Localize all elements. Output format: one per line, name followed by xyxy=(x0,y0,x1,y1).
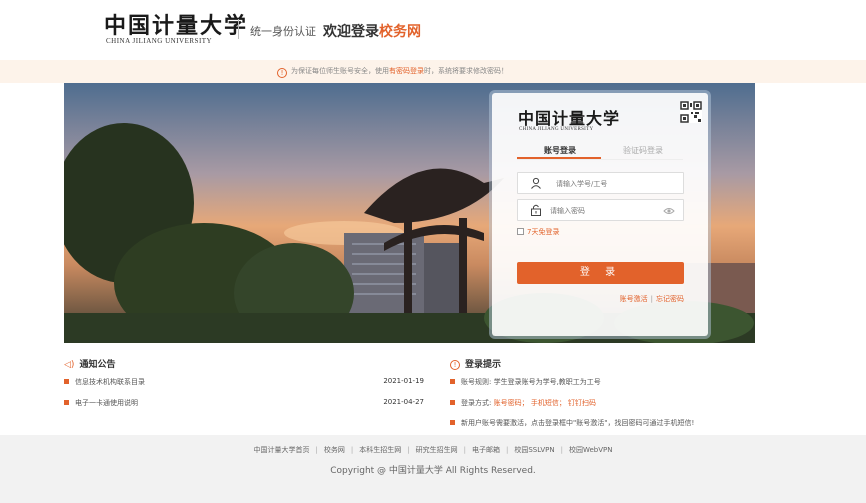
password-input[interactable]: 请输入密码 xyxy=(517,199,684,221)
tab-divider xyxy=(517,159,683,160)
login-tip-item: 新用户账号需要激活，点击登录框中"账号激活"，找回密码可通过手机短信! xyxy=(450,418,694,428)
welcome-prefix: 欢迎登录 xyxy=(323,24,379,40)
login-button[interactable]: 登 录 xyxy=(517,262,684,284)
username-input[interactable]: 请输入学号/工号 xyxy=(517,172,684,194)
username-placeholder: 请输入学号/工号 xyxy=(556,180,608,188)
notice-highlight: 有密码登录 xyxy=(389,67,424,75)
tab-code-login[interactable]: 验证码登录 xyxy=(623,145,663,156)
announcement-text[interactable]: 信息技术机构联系目录 xyxy=(75,378,145,386)
footer-link-webvpn[interactable]: 校园WebVPN xyxy=(569,446,613,454)
footer-link-home[interactable]: 中国计量大学首页 xyxy=(254,446,310,454)
warning-icon: ! xyxy=(277,68,287,78)
announcement-item[interactable]: 信息技术机构联系目录 2021-01-19 xyxy=(64,377,424,387)
announcement-date: 2021-04-27 xyxy=(383,398,424,406)
speaker-icon: ◁) xyxy=(64,360,75,370)
login-tip-item: 账号规则: 学生登录账号为学号,教职工为工号 xyxy=(450,377,601,387)
info-icon: ! xyxy=(450,360,460,370)
footer-separator: | xyxy=(463,446,466,454)
welcome-accent: 校务网 xyxy=(379,24,421,40)
tab-account-login[interactable]: 账号登录 xyxy=(544,145,576,156)
user-icon xyxy=(531,177,541,189)
footer-separator: | xyxy=(315,446,318,454)
footer-link-sslvpn[interactable]: 校园SSLVPN xyxy=(514,446,554,454)
lock-icon xyxy=(531,204,541,216)
tip-text: 账号规则: 学生登录账号为学号,教职工为工号 xyxy=(461,378,601,386)
tip-text: 新用户账号需要激活，点击登录框中"账号激活"，找回密码可通过手机短信! xyxy=(461,419,695,427)
remember-label: 7天免登录 xyxy=(527,228,560,236)
header-subtitle: 统一身份认证 xyxy=(250,25,316,38)
announcement-text[interactable]: 电子一卡通使用说明 xyxy=(75,399,138,407)
footer-separator: | xyxy=(560,446,563,454)
announcements-title: 通知公告 xyxy=(79,360,116,370)
account-links: 账号激活 | 忘记密码 xyxy=(620,294,684,304)
bullet-icon xyxy=(64,379,69,384)
link-separator: | xyxy=(650,295,653,303)
footer-link-graduate[interactable]: 研究生招生网 xyxy=(416,446,458,454)
activate-account-link[interactable]: 账号激活 xyxy=(620,295,648,303)
footer-separator: | xyxy=(407,446,410,454)
bullet-icon xyxy=(450,400,455,405)
card-logo: 中国计量大学 xyxy=(518,109,621,128)
bullet-icon xyxy=(64,400,69,405)
bullet-icon xyxy=(450,420,455,425)
university-logo[interactable]: 中国计量大学 xyxy=(104,8,248,40)
login-tip-item: 登录方式: 账号密码； 手机短信； 钉钉扫码 xyxy=(450,398,596,408)
page-header: 中国计量大学 CHINA JILIANG UNIVERSITY 统一身份认证 欢… xyxy=(0,0,866,60)
announcement-date: 2021-01-19 xyxy=(383,377,424,385)
notice-text: ! 为保证每位师生账号安全，使用有密码登录时，系统将要求修改密码！ xyxy=(277,66,508,78)
copyright-text: Copyright @ 中国计量大学 All Rights Reserved. xyxy=(330,466,536,476)
card-logo-en: CHINA JILIANG UNIVERSITY xyxy=(519,127,594,132)
announcement-item[interactable]: 电子一卡通使用说明 2021-04-27 xyxy=(64,398,424,408)
university-logo-en: CHINA JILIANG UNIVERSITY xyxy=(106,37,213,45)
announcements-heading: ◁) 通知公告 xyxy=(64,357,115,370)
footer-link-affairs[interactable]: 校务网 xyxy=(324,446,345,454)
tip-text: 登录方式: xyxy=(461,399,494,407)
footer-separator: | xyxy=(350,446,354,454)
remember-me-checkbox[interactable]: 7天免登录 xyxy=(517,227,559,237)
qr-code-icon[interactable] xyxy=(680,101,702,123)
bullet-icon xyxy=(450,379,455,384)
active-tab-indicator xyxy=(517,157,601,159)
footer-link-email[interactable]: 电子邮箱 xyxy=(472,446,500,454)
password-placeholder: 请输入密码 xyxy=(550,207,585,215)
checkbox-box[interactable] xyxy=(517,228,524,235)
footer-link-undergrad[interactable]: 本科生招生网 xyxy=(359,446,401,454)
footer-separator: | xyxy=(505,446,509,454)
footer-links: 中国计量大学首页 | 校务网 | 本科生招生网 | 研究生招生网 | 电子邮箱 | 校园SSLVPN… xyxy=(0,445,866,455)
page-footer: 中国计量大学首页 | 校务网 | 本科生招生网 | 研究生招生网 | 电子邮箱 | 校园SSLVPN… xyxy=(0,435,866,503)
login-tips-heading: ! 登录提示 xyxy=(450,357,501,370)
header-welcome: 欢迎登录校务网 xyxy=(323,21,421,41)
header-divider xyxy=(238,19,239,39)
forgot-password-link[interactable]: 忘记密码 xyxy=(656,295,684,303)
login-tips-title: 登录提示 xyxy=(465,360,502,370)
eye-toggle-icon[interactable] xyxy=(663,206,675,216)
login-panel: 中国计量大学 CHINA JILIANG UNIVERSITY 账号登录 验证码… xyxy=(492,93,708,336)
tip-highlight: 账号密码； 手机短信； 钉钉扫码 xyxy=(493,399,597,407)
notice-before: 为保证每位师生账号安全，使用 xyxy=(291,67,389,75)
notice-after: 时，系统将要求修改密码！ xyxy=(424,67,508,75)
notice-bar: ! 为保证每位师生账号安全，使用有密码登录时，系统将要求修改密码！ xyxy=(0,60,866,83)
